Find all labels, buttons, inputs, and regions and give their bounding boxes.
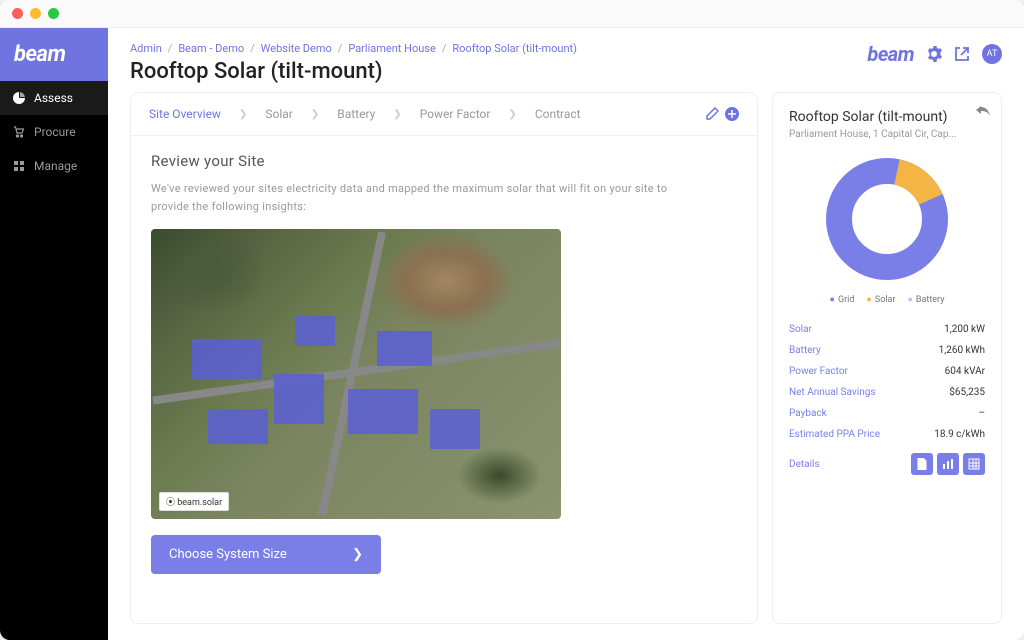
stat-label: Payback bbox=[789, 408, 827, 419]
tabs: Site Overview ❯ Solar ❯ Battery ❯ Power … bbox=[131, 93, 757, 136]
sidebar-item-label: Assess bbox=[34, 91, 73, 105]
sidebar-item-label: Manage bbox=[34, 159, 77, 173]
breadcrumb: Admin/ Beam - Demo/ Website Demo/ Parlia… bbox=[130, 42, 577, 55]
stat-value: 604 kVAr bbox=[945, 366, 985, 377]
add-icon[interactable] bbox=[725, 107, 739, 121]
stat-value: $65,235 bbox=[949, 387, 985, 398]
tab-battery[interactable]: Battery bbox=[337, 107, 375, 121]
brand-logo: beam bbox=[867, 42, 914, 66]
edit-icon[interactable] bbox=[705, 107, 719, 121]
summary-title: Rooftop Solar (tilt-mount) bbox=[789, 109, 985, 125]
stat-label: Power Factor bbox=[789, 366, 848, 377]
chevron-right-icon: ❯ bbox=[239, 109, 247, 120]
cta-label: Choose System Size bbox=[169, 547, 287, 562]
bar-chart-button[interactable] bbox=[937, 453, 959, 475]
sidebar-item-label: Procure bbox=[34, 125, 76, 139]
external-link-icon[interactable] bbox=[954, 46, 970, 62]
stats-list: Solar 1,200 kW Battery 1,260 kWh Power Fac… bbox=[789, 319, 985, 445]
close-window-dot[interactable] bbox=[12, 8, 23, 19]
tab-contract[interactable]: Contract bbox=[535, 107, 581, 121]
stat-value: – bbox=[978, 408, 985, 419]
tab-site-overview[interactable]: Site Overview bbox=[149, 107, 221, 121]
stat-value: 1,260 kWh bbox=[939, 345, 985, 356]
choose-system-size-button[interactable]: Choose System Size ❯ bbox=[151, 535, 381, 574]
tab-power-factor[interactable]: Power Factor bbox=[420, 107, 491, 121]
sidebar-item-manage[interactable]: Manage bbox=[0, 149, 108, 183]
cart-icon bbox=[12, 125, 26, 139]
section-title: Review your Site bbox=[151, 152, 737, 170]
gear-icon[interactable] bbox=[926, 46, 942, 62]
map-attribution: ⦿ beam.solar bbox=[159, 492, 229, 511]
reply-icon[interactable] bbox=[975, 103, 991, 119]
details-label: Details bbox=[789, 459, 820, 470]
breadcrumb-item[interactable]: Beam - Demo bbox=[178, 42, 244, 55]
minimize-window-dot[interactable] bbox=[30, 8, 41, 19]
avatar[interactable]: AT bbox=[982, 44, 1002, 64]
summary-card: Rooftop Solar (tilt-mount) Parliament Ho… bbox=[772, 92, 1002, 624]
chevron-right-icon: ❯ bbox=[352, 547, 363, 562]
site-aerial-map[interactable]: ⦿ beam.solar bbox=[151, 229, 561, 519]
maximize-window-dot[interactable] bbox=[48, 8, 59, 19]
app-logo: beam bbox=[0, 28, 108, 81]
sidebar-item-procure[interactable]: Procure bbox=[0, 115, 108, 149]
table-button[interactable] bbox=[963, 453, 985, 475]
sidebar: beam Assess Procure Manage bbox=[0, 28, 108, 640]
energy-donut-chart bbox=[789, 154, 985, 284]
window-titlebar bbox=[0, 0, 1024, 28]
legend-grid: Grid bbox=[830, 294, 855, 305]
stat-label: Estimated PPA Price bbox=[789, 429, 880, 440]
legend-battery: Battery bbox=[907, 294, 944, 305]
page-title: Rooftop Solar (tilt-mount) bbox=[130, 59, 577, 84]
stat-value: 1,200 kW bbox=[944, 324, 985, 335]
chevron-right-icon: ❯ bbox=[508, 109, 516, 120]
grid-icon bbox=[12, 159, 26, 173]
pie-icon bbox=[12, 91, 26, 105]
breadcrumb-item[interactable]: Parliament House bbox=[348, 42, 436, 55]
main-card: Site Overview ❯ Solar ❯ Battery ❯ Power … bbox=[130, 92, 758, 624]
tab-solar[interactable]: Solar bbox=[265, 107, 292, 121]
breadcrumb-item[interactable]: Rooftop Solar (tilt-mount) bbox=[452, 42, 577, 55]
stat-label: Battery bbox=[789, 345, 821, 356]
legend-solar: Solar bbox=[866, 294, 895, 305]
breadcrumb-item[interactable]: Admin bbox=[130, 42, 162, 55]
chevron-right-icon: ❯ bbox=[311, 109, 319, 120]
summary-subtitle: Parliament House, 1 Capital Cir, Cap... bbox=[789, 129, 985, 140]
breadcrumb-item[interactable]: Website Demo bbox=[261, 42, 332, 55]
stat-label: Solar bbox=[789, 324, 812, 335]
chart-legend: Grid Solar Battery bbox=[789, 294, 985, 305]
sidebar-item-assess[interactable]: Assess bbox=[0, 81, 108, 115]
chevron-right-icon: ❯ bbox=[393, 109, 401, 120]
stat-value: 18.9 c/kWh bbox=[934, 429, 985, 440]
stat-label: Net Annual Savings bbox=[789, 387, 876, 398]
export-file-button[interactable] bbox=[911, 453, 933, 475]
section-description: We've reviewed your sites electricity da… bbox=[151, 180, 691, 215]
